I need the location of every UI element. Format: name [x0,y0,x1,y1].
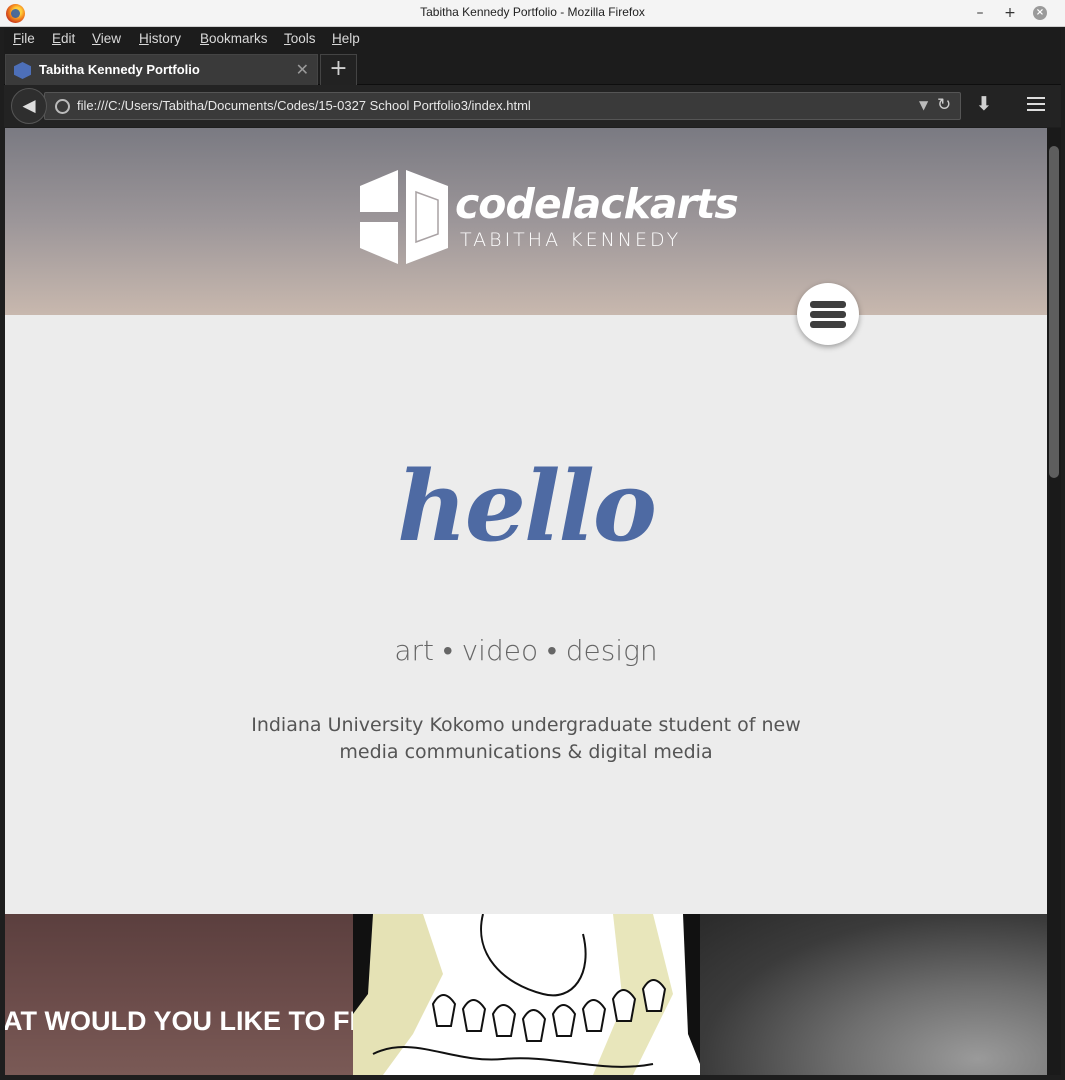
logo-icon [360,170,448,264]
description: Indiana University Kokomo undergraduate … [251,714,801,763]
firefox-window: Tabitha Kennedy Portfolio - Mozilla Fire… [0,0,1065,1080]
history-dropdown-icon[interactable]: ▼ [919,98,928,112]
tile-illustration[interactable] [353,914,700,1075]
illustration-image [353,914,700,1075]
navigation-bar: file:///C:/Users/Tabitha/Documents/Codes… [4,85,1061,127]
menu-bookmarks[interactable]: Bookmarks [200,31,268,46]
site-identity-icon[interactable] [55,99,70,114]
close-window-icon[interactable]: × [1033,6,1047,20]
menu-bar: File Edit View History Bookmarks Tools H… [4,28,1061,52]
title-bar: Tabitha Kennedy Portfolio - Mozilla Fire… [0,0,1065,27]
menu-history[interactable]: History [139,31,181,46]
portfolio-tiles: AT WOULD YOU LIKE TO FI [5,914,1047,1075]
hamburger-menu-icon[interactable] [1027,97,1045,111]
brand-name: codelackarts [455,180,739,228]
back-arrow-icon[interactable]: ◀ [11,88,47,124]
vertical-scrollbar[interactable] [1047,128,1061,1075]
maximize-icon[interactable]: + [1000,3,1020,23]
tab-bar: Tabitha Kennedy Portfolio ✕ + [4,52,1061,85]
page-viewport: codelackarts TABITHA KENNEDY hello art •… [5,128,1047,1075]
hello-heading: hello [397,450,657,563]
tab-label: Tabitha Kennedy Portfolio [39,62,200,77]
menu-view[interactable]: View [92,31,121,46]
url-text[interactable]: file:///C:/Users/Tabitha/Documents/Codes… [77,98,531,113]
menu-file[interactable]: File [13,31,35,46]
menu-tools[interactable]: Tools [284,31,316,46]
site-menu-button[interactable] [797,283,859,345]
tab-portfolio[interactable]: Tabitha Kennedy Portfolio ✕ [5,54,318,85]
hexagon-icon [14,62,31,79]
window-title: Tabitha Kennedy Portfolio - Mozilla Fire… [420,5,645,19]
brand-subtitle: TABITHA KENNEDY [460,229,682,251]
new-tab-button[interactable]: + [320,54,357,85]
header-banner: codelackarts TABITHA KENNEDY [5,128,1047,315]
tagline: art • video • design [394,634,658,667]
tile-question[interactable]: AT WOULD YOU LIKE TO FI [5,914,353,1075]
close-tab-icon[interactable]: ✕ [296,60,309,79]
menu-edit[interactable]: Edit [52,31,75,46]
menu-help[interactable]: Help [332,31,360,46]
address-bar[interactable]: file:///C:/Users/Tabitha/Documents/Codes… [44,92,961,120]
scrollbar-thumb[interactable] [1049,146,1059,478]
download-icon[interactable]: ⬇ [976,93,992,115]
reload-icon[interactable]: ↻ [937,95,951,115]
tile-clouds[interactable] [700,914,1047,1075]
tile-question-text: AT WOULD YOU LIKE TO FI [5,1006,353,1036]
minimize-icon[interactable]: – [970,3,990,23]
